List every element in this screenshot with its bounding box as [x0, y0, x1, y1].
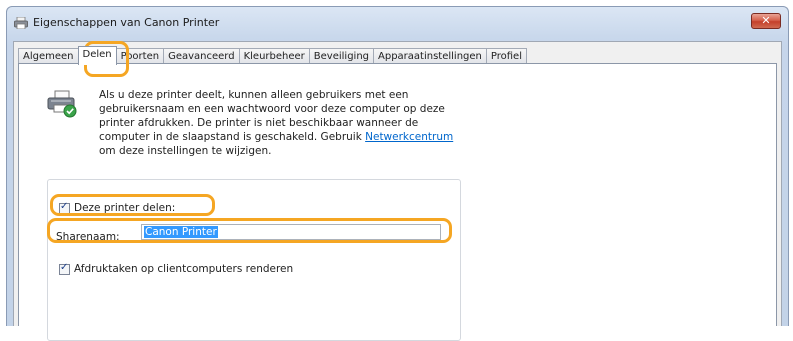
tab-kleurbeheer[interactable]: Kleurbeheer [238, 48, 310, 64]
printer-app-icon [14, 17, 28, 29]
highlight-share-name [47, 218, 452, 243]
tab-geavanceerd[interactable]: Geavanceerd [163, 48, 240, 64]
window-title: Eigenschappen van Canon Printer [33, 16, 220, 29]
tab-profiel[interactable]: Profiel [485, 48, 527, 64]
tab-delen[interactable]: Delen [77, 46, 117, 65]
shared-printer-icon [47, 90, 77, 118]
tab-strip: Algemeen Delen Poorten Geavanceerd Kleurbehe… [18, 46, 527, 65]
info-line: om deze instellingen te wijzigen. [99, 145, 272, 157]
title-bar: Eigenschappen van Canon Printer ✕ [7, 7, 788, 37]
highlight-share-checkbox [50, 194, 215, 216]
tab-algemeen[interactable]: Algemeen [18, 48, 79, 64]
info-line: printer afdrukken. De printer is niet be… [99, 117, 419, 129]
checkmark-icon: ✓ [60, 261, 69, 273]
tab-apparaatinstellingen[interactable]: Apparaatinstellingen [373, 48, 487, 64]
info-line-with-link: computer in de slaapstand is geschakeld.… [99, 130, 519, 144]
close-button[interactable]: ✕ [751, 13, 781, 29]
info-line: Als u deze printer deelt, kunnen alleen … [99, 89, 409, 101]
render-jobs-label: Afdruktaken op clientcomputers renderen [74, 263, 294, 275]
netwerkcentrum-link[interactable]: Netwerkcentrum [365, 131, 453, 143]
tab-beveiliging[interactable]: Beveiliging [308, 48, 375, 64]
render-jobs-option[interactable]: ✓ Afdruktaken op clientcomputers rendere… [59, 261, 294, 275]
info-line: gebruikersnaam en een wachtwoord voor de… [99, 103, 445, 115]
sharing-info-text: Als u deze printer deelt, kunnen alleen … [99, 88, 519, 158]
close-icon: ✕ [761, 14, 771, 27]
render-jobs-checkbox[interactable]: ✓ [59, 261, 70, 275]
info-line: computer in de slaapstand is geschakeld.… [99, 131, 366, 143]
